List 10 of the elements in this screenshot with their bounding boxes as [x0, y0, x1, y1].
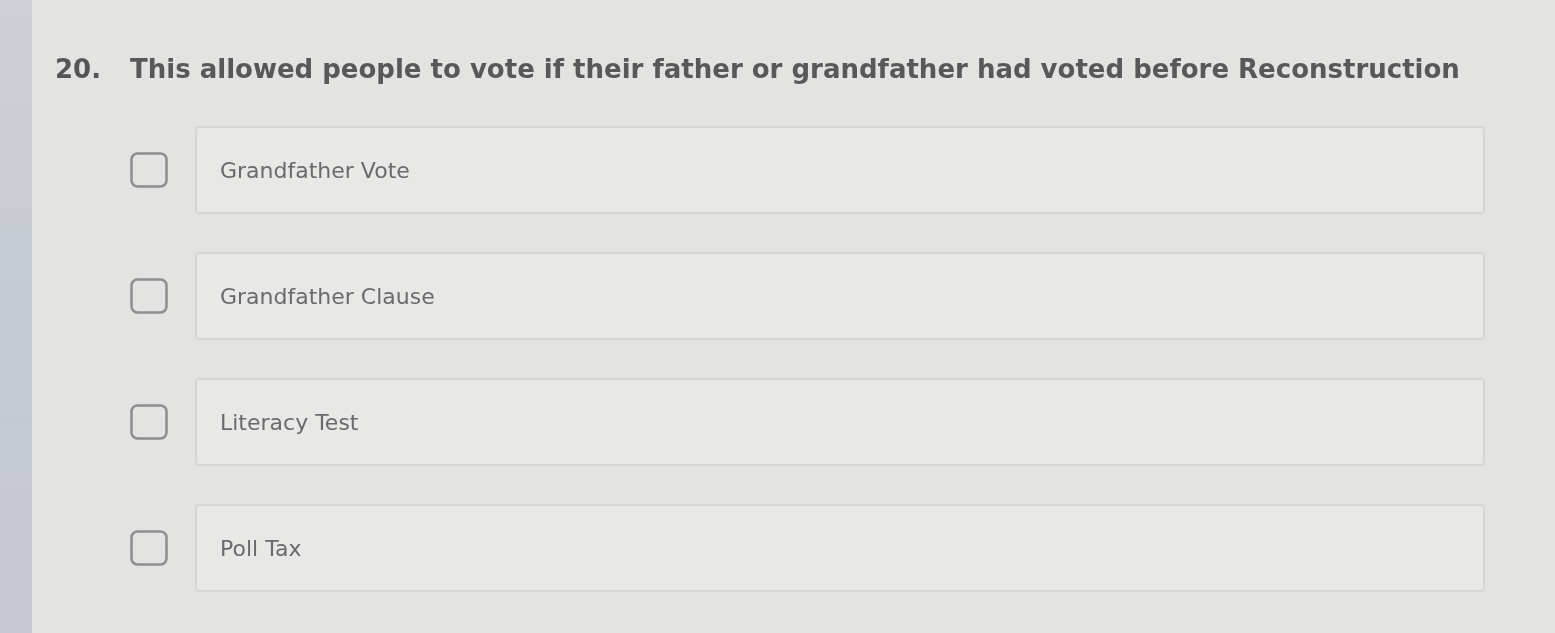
answer-option[interactable]: Grandfather Vote	[195, 126, 1485, 214]
answer-option[interactable]: Literacy Test	[195, 378, 1485, 466]
checkbox[interactable]	[130, 530, 168, 566]
checkbox[interactable]	[130, 152, 168, 188]
answer-option[interactable]: Grandfather Clause	[195, 252, 1485, 340]
checkbox[interactable]	[130, 278, 168, 314]
answer-option[interactable]: Poll Tax	[195, 504, 1485, 592]
checkbox[interactable]	[130, 404, 168, 440]
question-number: 20.	[55, 54, 103, 84]
question-text: This allowed people to vote if their father or grandfather had voted before Reconstruction	[130, 54, 1460, 84]
